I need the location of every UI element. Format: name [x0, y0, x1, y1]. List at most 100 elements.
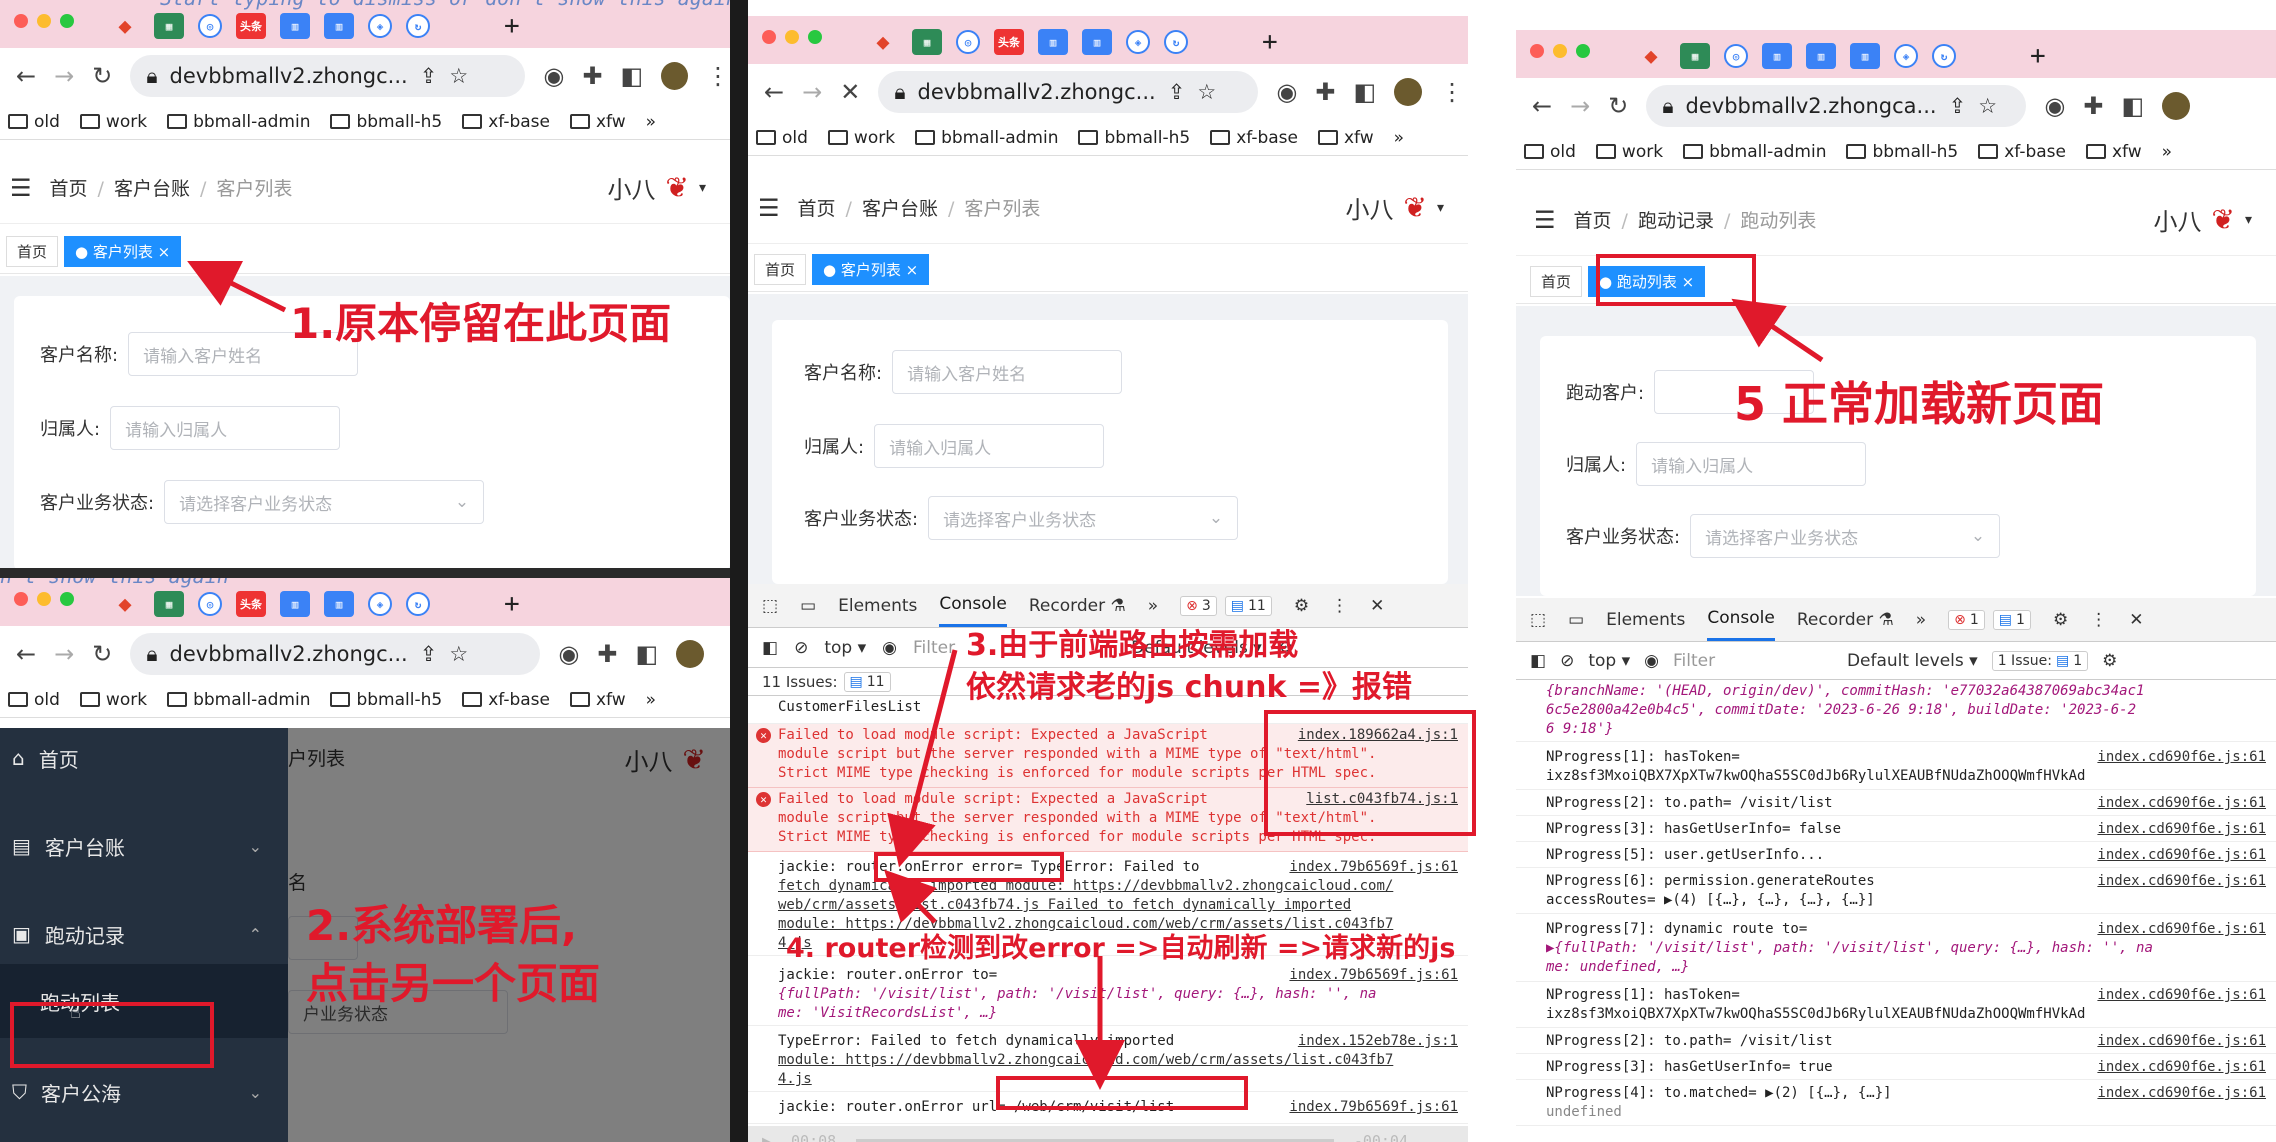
- browser-tabs[interactable]: ◆ ▦ ◎ 头条 ▥ ▥ ◈ ↻ +: [110, 589, 519, 619]
- browser-tabs[interactable]: ◆ ▦ ◎ 头条 ▥ ▥ ◈ ↻ +: [110, 11, 519, 41]
- sheet-tab-icon[interactable]: ▦: [154, 13, 184, 39]
- context-select[interactable]: top ▾: [1588, 651, 1630, 671]
- gitlab-tab-icon[interactable]: ◆: [110, 591, 140, 617]
- issues-badge[interactable]: ▤ 11: [843, 671, 891, 692]
- back-icon[interactable]: ←: [16, 640, 36, 668]
- maximize-window-icon[interactable]: [808, 30, 822, 44]
- bookmark-old[interactable]: old: [1524, 142, 1576, 162]
- stop-loading-icon[interactable]: ✕: [840, 78, 860, 106]
- menu-toggle-icon[interactable]: ☰: [10, 174, 32, 202]
- owner-input[interactable]: 请输入归属人: [874, 424, 1105, 468]
- status-select[interactable]: 请选择客户业务状态 ⌄: [164, 480, 485, 524]
- sidebar-item-public-pool[interactable]: ⛉ 客户公海 ⌄: [0, 1062, 288, 1122]
- minimize-window-icon[interactable]: [1553, 44, 1567, 58]
- refresh-tab-icon[interactable]: ↻: [1932, 44, 1956, 68]
- source-link[interactable]: index.cd690f6e.js:61: [2097, 748, 2266, 767]
- star-icon[interactable]: ☆: [449, 64, 468, 88]
- error-count-badge[interactable]: ⊗ 1: [1948, 609, 1985, 630]
- gitlab-tab-icon[interactable]: ◆: [868, 29, 898, 55]
- sheet-tab-icon[interactable]: ▦: [912, 29, 942, 55]
- gitlab-tab-icon[interactable]: ◆: [110, 13, 140, 39]
- bookmark-bbmall-admin[interactable]: bbmall-admin: [167, 690, 310, 710]
- app-tab-icon-2[interactable]: ▥: [324, 13, 354, 39]
- close-window-icon[interactable]: [762, 30, 776, 44]
- back-icon[interactable]: ←: [764, 78, 784, 106]
- minimize-window-icon[interactable]: [785, 30, 799, 44]
- browser-tabs[interactable]: ◆ ▦ ◎ 头条 ▥ ▥ ◈ ↻ +: [868, 27, 1278, 57]
- tab-recorder[interactable]: Recorder ⚗: [1797, 610, 1894, 630]
- log-levels-select[interactable]: Default levels ▾: [1847, 651, 1978, 671]
- share-icon[interactable]: ⇪: [420, 642, 438, 666]
- maximize-window-icon[interactable]: [60, 14, 74, 28]
- inspect-icon[interactable]: ⬚: [762, 596, 778, 616]
- status-select[interactable]: 请选择客户业务状态 ⌄: [928, 496, 1239, 540]
- user-menu[interactable]: 小八 ❦ ▾: [2154, 202, 2253, 237]
- sidebar-item-ledger[interactable]: ▤ 客户台账 ⌄: [0, 816, 288, 876]
- toutiao-tab-icon[interactable]: 头条: [994, 29, 1024, 55]
- inspect-icon[interactable]: ⬚: [1530, 610, 1546, 630]
- message-count-badge[interactable]: ▤ 11: [1224, 595, 1272, 616]
- share-icon[interactable]: ⇪: [420, 64, 438, 88]
- github-icon[interactable]: ◉: [2044, 92, 2065, 120]
- breadcrumb-visit-record[interactable]: 跑动记录: [1638, 210, 1714, 232]
- bookmark-bbmall-h5[interactable]: bbmall-h5: [1078, 128, 1190, 148]
- source-link[interactable]: index.cd690f6e.js:61: [2097, 1032, 2266, 1051]
- sidebar-item-visit-record[interactable]: ▣ 跑动记录 ⌃: [0, 904, 288, 964]
- shield-tab-icon[interactable]: ◈: [1126, 30, 1150, 54]
- new-tab-icon[interactable]: +: [1262, 27, 1278, 57]
- minimize-window-icon[interactable]: [37, 14, 51, 28]
- tab-elements[interactable]: Elements: [838, 596, 917, 616]
- filter-input[interactable]: Filter: [913, 638, 955, 658]
- chrome-tab-icon[interactable]: ◎: [198, 14, 222, 38]
- breadcrumb-ledger[interactable]: 客户台账: [862, 198, 938, 220]
- bookmark-xfw[interactable]: xfw: [1317, 128, 1374, 148]
- forward-icon[interactable]: →: [1570, 92, 1590, 120]
- context-select[interactable]: top ▾: [824, 638, 866, 658]
- eye-icon[interactable]: ◉: [882, 638, 897, 658]
- refresh-tab-icon[interactable]: ↻: [406, 14, 430, 38]
- bookmark-xfw[interactable]: xfw: [569, 690, 626, 710]
- filter-input[interactable]: Filter: [1673, 651, 1833, 671]
- menu-icon[interactable]: ⋮: [706, 62, 730, 90]
- menu-icon[interactable]: ⋮: [1440, 78, 1464, 106]
- menu-toggle-icon[interactable]: ☰: [758, 194, 780, 222]
- window-controls[interactable]: [14, 14, 74, 28]
- refresh-tab-icon[interactable]: ↻: [406, 592, 430, 616]
- sidebar-icon[interactable]: ◧: [2121, 92, 2144, 120]
- eye-icon[interactable]: ◉: [1644, 651, 1659, 671]
- more-bookmarks-icon[interactable]: »: [646, 690, 656, 710]
- app-tab-icon-2[interactable]: ▥: [1082, 29, 1112, 55]
- refresh-tab-icon[interactable]: ↻: [1164, 30, 1188, 54]
- toutiao-tab-icon[interactable]: 头条: [236, 591, 266, 617]
- status-select[interactable]: 请选择客户业务状态 ⌄: [1690, 514, 2001, 558]
- owner-input[interactable]: 请输入归属人: [110, 406, 341, 450]
- source-link[interactable]: index.152eb78e.js:1: [1298, 1032, 1458, 1051]
- source-link[interactable]: index.cd690f6e.js:61: [2097, 846, 2266, 865]
- forward-icon[interactable]: →: [54, 62, 74, 90]
- tab-console[interactable]: Console: [1707, 598, 1775, 641]
- maximize-window-icon[interactable]: [60, 592, 74, 606]
- bookmark-work[interactable]: work: [827, 128, 895, 148]
- device-toggle-icon[interactable]: ▭: [1568, 610, 1584, 630]
- tag-home[interactable]: 首页: [6, 236, 59, 267]
- new-tab-icon[interactable]: +: [2030, 41, 2046, 71]
- url-field[interactable]: 🔒︎ devbbmallv2.zhongc... ⇪ ☆: [130, 55, 526, 97]
- more-tabs-icon[interactable]: »: [1148, 596, 1158, 616]
- close-devtools-icon[interactable]: ✕: [1370, 596, 1384, 616]
- app-tab-icon-2[interactable]: ▥: [1806, 43, 1836, 69]
- sidebar-icon[interactable]: ◧: [620, 62, 643, 90]
- play-icon[interactable]: ▶: [762, 1132, 771, 1142]
- bookmark-xf-base[interactable]: xf-base: [1978, 142, 2066, 162]
- app-tab-icon[interactable]: ▥: [1038, 29, 1068, 55]
- tag-close-icon[interactable]: ×: [158, 243, 171, 261]
- minimize-window-icon[interactable]: [37, 592, 51, 606]
- shield-tab-icon[interactable]: ◈: [1894, 44, 1918, 68]
- tab-recorder[interactable]: Recorder ⚗: [1029, 596, 1126, 616]
- bookmark-work[interactable]: work: [79, 690, 147, 710]
- source-link[interactable]: index.cd690f6e.js:61: [2097, 872, 2266, 891]
- user-menu[interactable]: 小八 ❦ ▾: [1346, 190, 1445, 225]
- star-icon[interactable]: ☆: [1197, 80, 1216, 104]
- close-devtools-icon[interactable]: ✕: [2129, 610, 2143, 630]
- extensions-icon[interactable]: ✚: [2083, 92, 2103, 120]
- video-controls[interactable]: ▶ 00:08 -00:04: [748, 1126, 1468, 1142]
